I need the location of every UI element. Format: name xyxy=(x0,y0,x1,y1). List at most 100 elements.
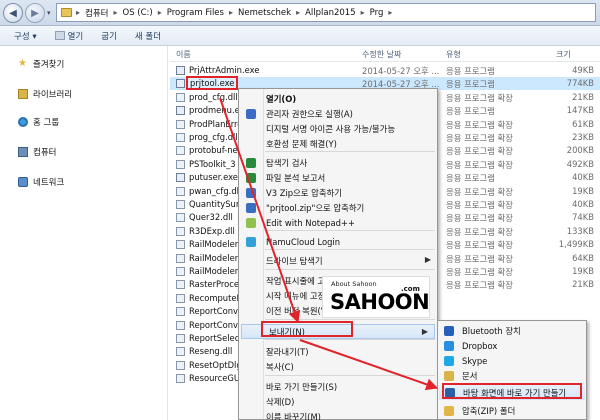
file-name: RailModeler_ xyxy=(189,266,243,276)
forward-button[interactable]: ▶ xyxy=(25,3,45,23)
burn-button[interactable]: 굽기 xyxy=(101,30,117,42)
nav-computer[interactable]: 컴퓨터 xyxy=(18,146,56,158)
menu-item-label: 관리자 권한으로 실행(A) xyxy=(266,108,353,119)
context-menu-item[interactable]: 디지털 서명 아이콘 사용 가능/불가능 xyxy=(239,121,437,136)
breadcrumb-nemetschek[interactable]: Nemetschek xyxy=(235,8,294,18)
nav-favorites[interactable]: ★ 즐겨찾기 xyxy=(18,58,64,71)
file-type: 응용 프로그램 확장 xyxy=(446,92,513,103)
breadcrumb-os-c[interactable]: OS (C:) xyxy=(120,8,156,18)
file-size: 774KB xyxy=(566,78,594,89)
file-name: prjtool.exe xyxy=(186,76,239,91)
menu-item-label: 열기(O) xyxy=(266,93,297,104)
file-name: RailModeler. xyxy=(189,239,241,250)
send-to-item[interactable]: 문서 xyxy=(438,368,586,383)
context-menu-item[interactable]: NamuCloud Login xyxy=(239,234,437,249)
column-type[interactable]: 유형 xyxy=(446,49,461,60)
breadcrumb-allplan2015[interactable]: Allplan2015 xyxy=(302,8,359,18)
send-to-item[interactable]: Bluetooth 장치 xyxy=(438,323,586,338)
file-size: 64KB xyxy=(572,252,594,263)
dll-file-icon xyxy=(176,200,185,209)
nav-libraries[interactable]: 라이브러리 xyxy=(18,88,72,100)
zip-folder-icon xyxy=(444,406,454,416)
send-to-label: Dropbox xyxy=(462,340,498,351)
nav-network[interactable]: 네트워크 xyxy=(18,176,64,188)
send-to-item[interactable]: Skype xyxy=(438,353,586,368)
menu-separator xyxy=(265,339,435,340)
context-menu-item[interactable]: 관리자 권한으로 실행(A) xyxy=(239,106,437,121)
file-type: 응용 프로그램 확장 xyxy=(446,253,513,264)
file-name: ResetOptDlg xyxy=(189,359,242,370)
notepad-icon xyxy=(246,218,256,228)
menu-separator xyxy=(265,249,435,250)
file-size: 74KB xyxy=(572,212,594,223)
send-to-label: Bluetooth 장치 xyxy=(462,325,521,336)
file-name: ReportSelect xyxy=(189,333,243,343)
context-menu-item[interactable]: 바로 가기 만들기(S) xyxy=(239,379,437,394)
breadcrumb-prg[interactable]: Prg xyxy=(367,8,387,18)
column-date[interactable]: 수정한 날짜 xyxy=(362,49,401,60)
send-to-label: 문서 xyxy=(462,370,478,381)
menu-item-label: 디지털 서명 아이콘 사용 가능/불가능 xyxy=(266,123,396,134)
menu-item-label: 잘라내기(T) xyxy=(266,346,309,357)
column-header: 이름 수정한 날짜 유형 크기 xyxy=(170,46,600,62)
file-name: Reseng.dll xyxy=(189,346,233,357)
file-name: prog_cfg.dll xyxy=(189,132,238,142)
context-menu-item[interactable]: 호환성 문제 해결(Y) xyxy=(239,136,437,151)
context-menu-item[interactable]: Edit with Notepad++ xyxy=(239,215,437,230)
menu-item-label: 탐색기 검사 xyxy=(266,157,308,168)
file-size: 21KB xyxy=(572,91,594,102)
organize-button[interactable]: 구성 ▾ xyxy=(14,30,37,42)
context-menu-item[interactable]: 탐색기 검사 xyxy=(239,155,437,170)
menu-item-label: 이전 버전 복원(V) xyxy=(266,305,330,316)
dll-file-icon xyxy=(176,213,185,223)
dll-file-icon xyxy=(176,146,185,156)
menu-item-label: V3 Zip으로 압축하기 xyxy=(266,187,342,198)
file-name: ResourceGUI xyxy=(189,373,243,384)
context-menu-item[interactable]: 잘라내기(T) xyxy=(239,344,437,359)
new-folder-button[interactable]: 새 폴더 xyxy=(135,30,161,42)
dll-file-icon xyxy=(176,133,185,142)
context-menu-item[interactable]: 파일 분석 보고서 xyxy=(239,170,437,185)
send-to-item[interactable]: 압축(ZIP) 폴더 xyxy=(438,403,586,418)
exe-file-icon xyxy=(176,106,185,116)
file-name: RasterProces xyxy=(189,279,244,290)
menu-item-label: 드라이브 탐색기 xyxy=(266,255,323,266)
documents-icon xyxy=(444,371,454,381)
file-name: ReportConve xyxy=(189,306,244,317)
breadcrumb[interactable]: ▸ 컴퓨터 ▸ OS (C:) ▸ Program Files ▸ Nemets… xyxy=(56,3,596,22)
menu-separator xyxy=(265,375,435,376)
window-icon xyxy=(54,31,65,40)
file-name: Quer32.dll xyxy=(189,212,233,223)
navigation-pane: ★ 즐겨찾기 라이브러리 홈 그룹 컴퓨터 네트워크 xyxy=(0,46,168,420)
menu-item-label: 시작 메뉴에 고정 xyxy=(266,290,326,301)
send-to-highlight-box xyxy=(261,321,353,337)
sahoon-logo: About Sahoon .com SAHOON xyxy=(322,276,430,318)
file-type: 응용 프로그램 확장 xyxy=(446,226,513,237)
breadcrumb-program-files[interactable]: Program Files xyxy=(164,8,227,18)
file-name: QuantitySum xyxy=(189,199,244,209)
context-menu-item[interactable]: 드라이브 탐색기 ▶ xyxy=(239,253,437,268)
star-icon: ★ xyxy=(18,58,27,69)
context-menu-item[interactable]: 열기(O) xyxy=(239,91,437,106)
column-name[interactable]: 이름 xyxy=(176,49,191,60)
context-menu-item[interactable]: 복사(C) xyxy=(239,359,437,374)
back-button[interactable]: ◀ xyxy=(3,3,23,23)
file-name: PrjAttrAdmin.exe xyxy=(189,65,260,75)
cloud-icon xyxy=(246,237,256,247)
context-menu-item[interactable]: 삭제(D) xyxy=(239,394,437,409)
nav-homegroup[interactable]: 홈 그룹 xyxy=(18,116,59,128)
context-menu-item[interactable]: 이름 바꾸기(M) xyxy=(239,409,437,420)
exe-file-icon xyxy=(176,173,185,183)
send-to-item[interactable]: Dropbox xyxy=(438,338,586,353)
column-size[interactable]: 크기 xyxy=(556,49,571,60)
context-menu-item[interactable]: V3 Zip으로 압축하기 xyxy=(239,185,437,200)
breadcrumb-computer[interactable]: 컴퓨터 xyxy=(82,7,111,19)
file-row[interactable]: PrjAttrAdmin.exe 2014-05-27 오후 ... 응용 프로그램… xyxy=(170,64,600,77)
context-menu-item[interactable]: "prjtool.zip"으로 압축하기 xyxy=(239,200,437,215)
history-dropdown-icon[interactable]: ▾ xyxy=(47,9,51,17)
file-name: prod_cfg.dll xyxy=(189,91,238,102)
open-button[interactable]: 열기 xyxy=(54,30,83,42)
file-name: R3DExp.dll xyxy=(189,225,235,236)
desktop-shortcut-highlight-box xyxy=(442,383,582,399)
back-arrow-icon: ◀ xyxy=(9,7,17,19)
